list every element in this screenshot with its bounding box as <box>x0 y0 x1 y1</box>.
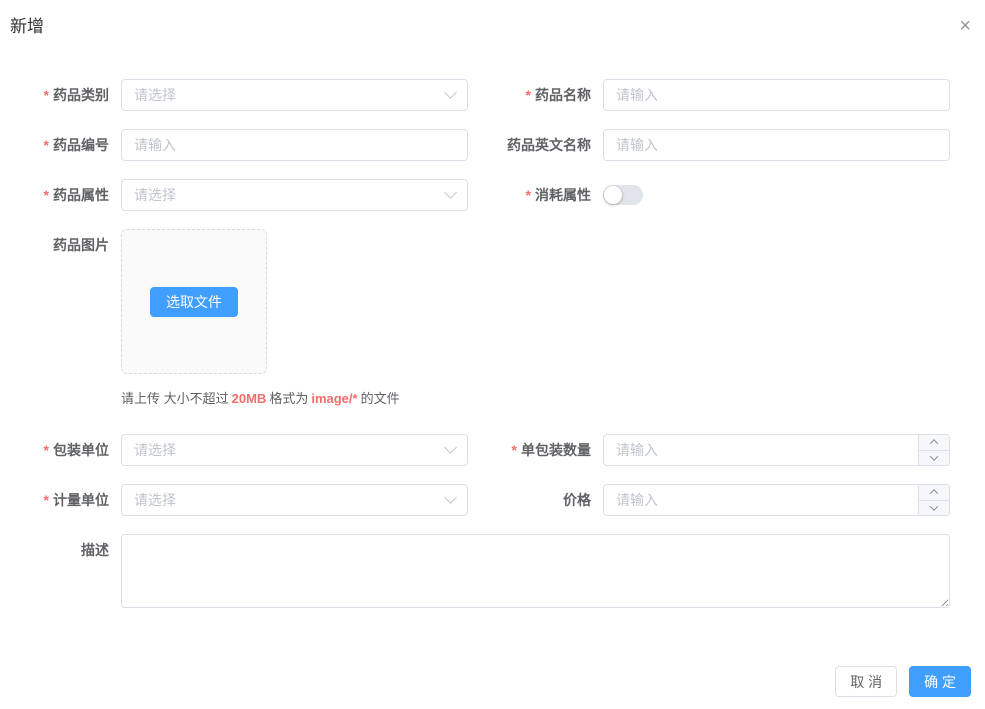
chevron-down-icon <box>444 86 457 99</box>
code-input[interactable] <box>121 129 468 161</box>
number-stepper <box>918 485 949 515</box>
required-marker: * <box>526 87 531 103</box>
description-wrap <box>121 534 950 608</box>
field-label-consume-attribute: *消耗属性 <box>468 179 603 211</box>
chevron-down-icon <box>444 441 457 454</box>
name-input[interactable] <box>603 79 950 111</box>
field-label-measure-unit: *计量单位 <box>30 484 121 516</box>
package-quantity-stepper <box>603 434 950 466</box>
form-row: *药品类别 请选择 *药品名称 <box>30 79 985 111</box>
attribute-select[interactable]: 请选择 <box>121 179 468 211</box>
cancel-button[interactable]: 取 消 <box>835 666 897 697</box>
field-label-english-name: 药品英文名称 <box>468 129 603 161</box>
field-label-description: 描述 <box>30 534 121 566</box>
toggle-knob <box>604 186 622 204</box>
required-marker: * <box>44 492 49 508</box>
english-name-input[interactable] <box>603 129 950 161</box>
field-label-name: *药品名称 <box>468 79 603 111</box>
chevron-up-icon <box>930 489 938 497</box>
price-stepper <box>603 484 950 516</box>
field-label-category: *药品类别 <box>30 79 121 111</box>
field-label-package-quantity: *单包装数量 <box>468 434 603 466</box>
form-row: *药品编号 药品英文名称 <box>30 129 985 161</box>
required-marker: * <box>44 137 49 153</box>
form-row: *药品属性 请选择 *消耗属性 <box>30 179 985 211</box>
measure-unit-select[interactable]: 请选择 <box>121 484 468 516</box>
price-input[interactable] <box>603 484 950 516</box>
select-placeholder: 请选择 <box>134 490 176 510</box>
confirm-button[interactable]: 确 定 <box>909 666 971 697</box>
add-drug-dialog: 新增 × *药品类别 请选择 *药品名称 *药品编号 药品英文名称 <box>0 0 985 709</box>
form-row: 药品图片 选取文件 请上传 大小不超过20MB格式为image/*的文件 <box>30 229 985 408</box>
dialog-form: *药品类别 请选择 *药品名称 *药品编号 药品英文名称 <box>0 37 985 608</box>
required-marker: * <box>44 87 49 103</box>
field-label-package-unit: *包装单位 <box>30 434 121 466</box>
field-label-price: 价格 <box>468 484 603 516</box>
required-marker: * <box>512 442 517 458</box>
chevron-down-icon <box>444 491 457 504</box>
select-placeholder: 请选择 <box>134 185 176 205</box>
close-icon[interactable]: × <box>959 17 971 35</box>
number-stepper <box>918 435 949 465</box>
category-select[interactable]: 请选择 <box>121 79 468 111</box>
chevron-down-icon <box>444 186 457 199</box>
field-label-attribute: *药品属性 <box>30 179 121 211</box>
decrease-button[interactable] <box>919 501 949 516</box>
tip-format: image/* <box>311 391 357 406</box>
required-marker: * <box>44 442 49 458</box>
required-marker: * <box>44 187 49 203</box>
upload-dropzone[interactable]: 选取文件 <box>121 229 267 374</box>
package-unit-select[interactable]: 请选择 <box>121 434 468 466</box>
select-placeholder: 请选择 <box>134 440 176 460</box>
chevron-up-icon <box>930 439 938 447</box>
dialog-title: 新增 <box>10 17 44 37</box>
field-label-image: 药品图片 <box>30 229 121 261</box>
select-placeholder: 请选择 <box>134 85 176 105</box>
dialog-footer: 取 消 确 定 <box>835 666 971 697</box>
increase-button[interactable] <box>919 485 949 501</box>
form-row: *包装单位 请选择 *单包装数量 <box>30 434 985 466</box>
increase-button[interactable] <box>919 435 949 451</box>
required-marker: * <box>526 187 531 203</box>
consume-attribute-toggle[interactable] <box>603 185 643 205</box>
field-label-code: *药品编号 <box>30 129 121 161</box>
form-row: *计量单位 请选择 价格 <box>30 484 985 516</box>
tip-size-limit: 20MB <box>232 391 267 406</box>
dialog-header: 新增 × <box>0 0 985 37</box>
chevron-down-icon <box>930 452 938 460</box>
upload-cell: 选取文件 请上传 大小不超过20MB格式为image/*的文件 <box>121 229 400 408</box>
form-row: 描述 <box>30 534 985 608</box>
package-quantity-input[interactable] <box>603 434 950 466</box>
decrease-button[interactable] <box>919 451 949 466</box>
description-textarea[interactable] <box>121 534 950 608</box>
select-file-button[interactable]: 选取文件 <box>150 287 238 317</box>
upload-tip: 请上传 大小不超过20MB格式为image/*的文件 <box>121 390 400 408</box>
chevron-down-icon <box>930 502 938 510</box>
